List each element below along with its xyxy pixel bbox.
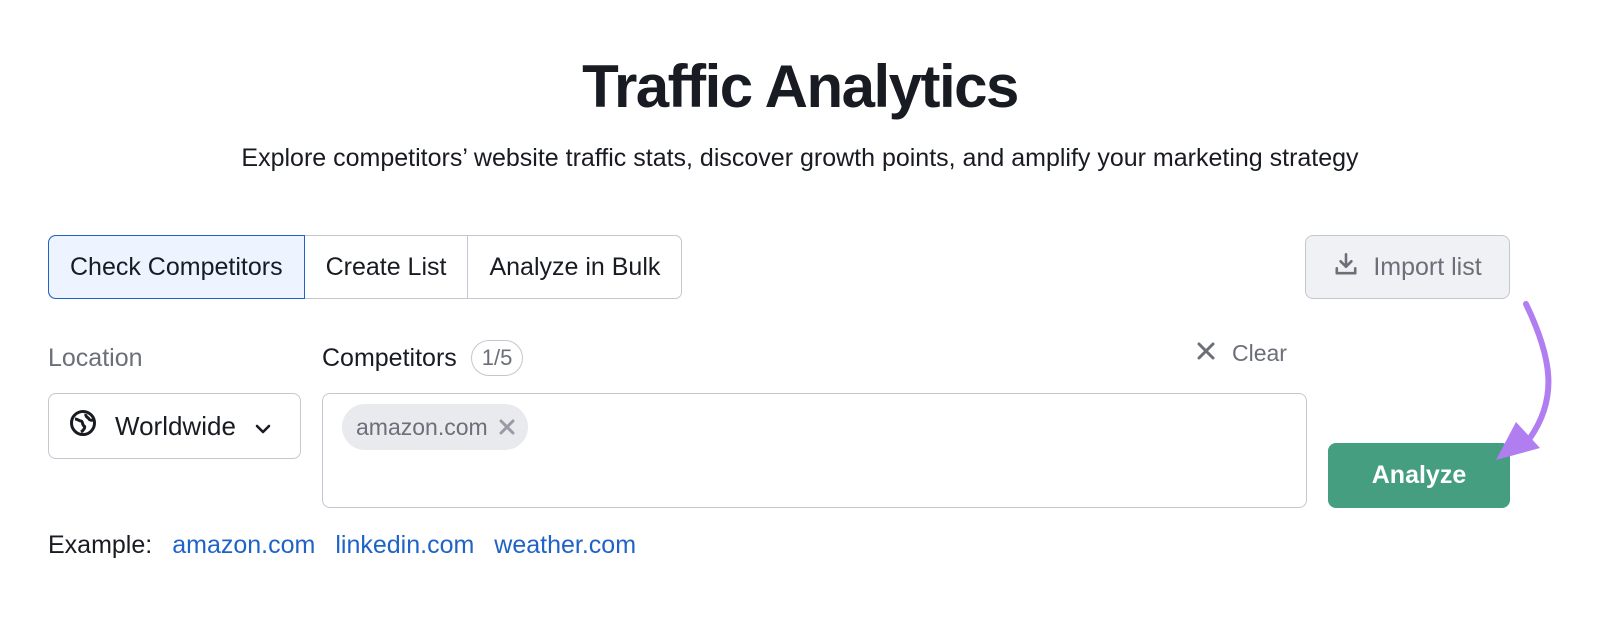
competitors-input[interactable]: amazon.com xyxy=(322,393,1307,508)
annotation-arrow-icon xyxy=(1496,301,1552,460)
close-icon xyxy=(1196,340,1216,367)
globe-icon xyxy=(69,409,97,444)
tab-analyze-in-bulk[interactable]: Analyze in Bulk xyxy=(467,236,681,298)
download-icon xyxy=(1333,251,1359,284)
examples-label: Example: xyxy=(48,531,153,559)
mode-tabs: Check Competitors Create List Analyze in… xyxy=(48,235,683,299)
remove-chip-icon[interactable] xyxy=(498,418,516,436)
clear-label: Clear xyxy=(1232,340,1287,366)
competitors-label: Competitors xyxy=(322,343,457,372)
example-link-amazon[interactable]: amazon.com xyxy=(172,531,315,560)
page-subtitle: Explore competitors’ website traffic sta… xyxy=(241,144,1359,172)
competitor-chip-label: amazon.com xyxy=(356,413,488,440)
competitors-count-badge: 1/5 xyxy=(470,340,524,376)
clear-button[interactable]: Clear xyxy=(1196,340,1287,367)
import-list-button[interactable]: Import list xyxy=(1305,235,1510,299)
examples-row: Example: amazon.com linkedin.com weather… xyxy=(48,531,636,560)
example-link-linkedin[interactable]: linkedin.com xyxy=(335,531,474,560)
import-list-label: Import list xyxy=(1373,252,1482,281)
tab-create-list[interactable]: Create List xyxy=(303,236,468,298)
tab-check-competitors[interactable]: Check Competitors xyxy=(48,235,305,299)
location-label: Location xyxy=(48,344,143,372)
chevron-down-icon xyxy=(254,411,272,442)
location-select[interactable]: Worldwide xyxy=(48,393,301,459)
competitor-chip: amazon.com xyxy=(342,404,528,450)
competitors-header: Competitors 1/5 xyxy=(322,340,524,376)
page-title: Traffic Analytics xyxy=(582,53,1019,120)
example-link-weather[interactable]: weather.com xyxy=(494,531,636,560)
analyze-button[interactable]: Analyze xyxy=(1328,443,1510,508)
location-value: Worldwide xyxy=(115,410,236,441)
